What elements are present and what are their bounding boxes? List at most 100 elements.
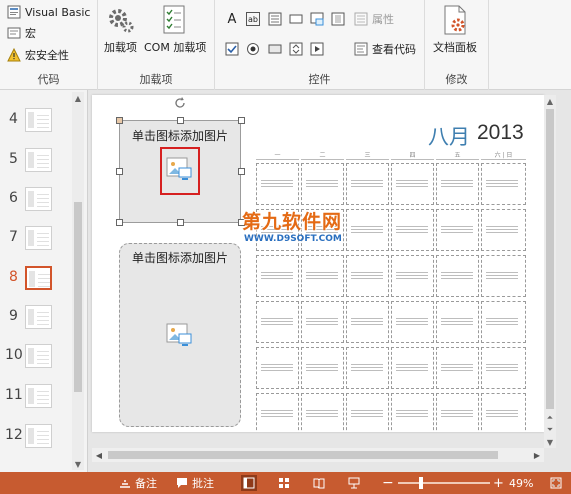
calendar-cell[interactable]: [481, 347, 526, 389]
zoom-out-button[interactable]: −: [382, 472, 394, 494]
calendar-cell[interactable]: [391, 301, 434, 343]
label-control-icon[interactable]: A: [225, 12, 239, 27]
document-panel-button[interactable]: 文档面板: [433, 4, 477, 55]
calendar-cell[interactable]: [346, 347, 389, 389]
scrollbar-thumb[interactable]: [108, 451, 498, 459]
horizontal-scrollbar[interactable]: ◀ ▶: [92, 448, 544, 462]
properties-button[interactable]: 属性: [353, 11, 394, 27]
thumbnail-scrollbar[interactable]: ▲ ▼: [72, 92, 84, 470]
radio-control-icon[interactable]: [246, 42, 260, 56]
slide-thumbnail[interactable]: 4: [0, 106, 72, 136]
calendar-cell[interactable]: [436, 163, 479, 205]
scroll-left-arrow-icon[interactable]: ◀: [92, 448, 106, 462]
fit-to-window-icon[interactable]: [548, 475, 564, 491]
resize-handle[interactable]: [116, 117, 123, 124]
calendar-cell[interactable]: [436, 209, 479, 251]
slide-thumbnail[interactable]: 9: [0, 303, 72, 333]
calendar-cell[interactable]: [301, 301, 344, 343]
resize-handle[interactable]: [238, 117, 245, 124]
calendar-cell[interactable]: [391, 163, 434, 205]
scrollbar-thumb[interactable]: [546, 109, 554, 409]
slide-sorter-view-icon[interactable]: [276, 475, 292, 491]
scrollbar-control-icon[interactable]: [331, 12, 345, 26]
image-control-icon[interactable]: [310, 12, 324, 26]
next-slide-icon[interactable]: ⏷: [544, 424, 556, 436]
slide-thumbnail[interactable]: 11: [0, 382, 72, 412]
checkbox-control-icon[interactable]: [225, 42, 239, 56]
calendar-cell[interactable]: [436, 255, 479, 297]
view-code-button[interactable]: 查看代码: [353, 41, 416, 57]
scroll-down-arrow-icon[interactable]: ▼: [544, 436, 556, 448]
calendar-cell[interactable]: [256, 163, 299, 205]
slide-thumbnail[interactable]: 7: [0, 224, 72, 254]
calendar-cell[interactable]: [256, 347, 299, 389]
slide-thumbnail[interactable]: 10: [0, 342, 72, 372]
calendar-cell[interactable]: [436, 301, 479, 343]
calendar-cell[interactable]: [481, 163, 526, 205]
calendar-cell[interactable]: [481, 301, 526, 343]
calendar-cell[interactable]: [346, 163, 389, 205]
list-control-icon[interactable]: [268, 12, 282, 26]
zoom-level[interactable]: 49%: [509, 472, 533, 494]
com-addin-button[interactable]: COM 加载项: [144, 4, 206, 55]
resize-handle[interactable]: [116, 219, 123, 226]
scroll-up-arrow-icon[interactable]: ▲: [72, 92, 84, 104]
calendar-cell[interactable]: [301, 255, 344, 297]
slide-thumbnail[interactable]: 5: [0, 146, 72, 176]
calendar-cell[interactable]: [346, 209, 389, 251]
slide-thumbnail[interactable]: 6: [0, 185, 72, 215]
calendar-cell[interactable]: [256, 393, 299, 432]
scroll-right-arrow-icon[interactable]: ▶: [530, 448, 544, 462]
calendar-cell[interactable]: [481, 209, 526, 251]
comments-button[interactable]: 批注: [175, 472, 214, 494]
calendar-cell[interactable]: [391, 393, 434, 432]
zoom-slider[interactable]: [398, 482, 490, 484]
editor-scrollbar[interactable]: ▲ ⏶ ⏷ ▼: [544, 95, 556, 448]
normal-view-icon[interactable]: [241, 475, 257, 491]
picture-placeholder-selected[interactable]: 单击图标添加图片: [119, 120, 241, 223]
scrollbar-thumb[interactable]: [74, 202, 82, 392]
calendar-cell[interactable]: [301, 393, 344, 432]
scroll-up-arrow-icon[interactable]: ▲: [544, 95, 556, 107]
more-controls-icon[interactable]: [310, 42, 324, 56]
zoom-slider-thumb[interactable]: [419, 477, 423, 489]
calendar-cell[interactable]: [481, 393, 526, 432]
slide-thumbnail-selected[interactable]: 8: [0, 264, 72, 294]
visual-basic-button[interactable]: Visual Basic: [6, 4, 90, 20]
picture-placeholder[interactable]: 单击图标添加图片: [119, 243, 241, 427]
calendar-cell[interactable]: [436, 347, 479, 389]
macro-button[interactable]: 宏: [6, 25, 36, 41]
spin-control-icon[interactable]: [289, 42, 303, 56]
resize-handle[interactable]: [177, 219, 184, 226]
addin-button[interactable]: 加载项: [104, 4, 137, 55]
resize-handle[interactable]: [116, 168, 123, 175]
insert-picture-icon[interactable]: [165, 322, 195, 350]
rotate-handle-icon[interactable]: [173, 96, 187, 110]
textbox-control-icon[interactable]: ab: [246, 12, 260, 26]
scroll-down-arrow-icon[interactable]: ▼: [72, 458, 84, 470]
slideshow-view-icon[interactable]: [346, 475, 362, 491]
toggle-control-icon[interactable]: [268, 42, 282, 56]
slide-canvas[interactable]: 单击图标添加图片 单击图标添加图片 八月 2013 一 二 三 四 五 六 | …: [92, 95, 544, 432]
reading-view-icon[interactable]: [311, 475, 327, 491]
resize-handle[interactable]: [238, 168, 245, 175]
calendar-cell[interactable]: [391, 209, 434, 251]
calendar-cell[interactable]: [346, 393, 389, 432]
frame-control-icon[interactable]: [289, 12, 303, 26]
calendar-cell[interactable]: [301, 163, 344, 205]
insert-picture-icon[interactable]: [165, 156, 195, 184]
resize-handle[interactable]: [177, 117, 184, 124]
notes-button[interactable]: 备注: [118, 472, 157, 494]
calendar-cell[interactable]: [301, 347, 344, 389]
calendar-cell[interactable]: [391, 347, 434, 389]
macro-security-button[interactable]: 宏安全性: [6, 47, 69, 63]
prev-slide-icon[interactable]: ⏶: [544, 412, 556, 424]
calendar-cell[interactable]: [346, 301, 389, 343]
zoom-in-button[interactable]: +: [493, 472, 504, 494]
calendar-cell[interactable]: [256, 255, 299, 297]
calendar-cell[interactable]: [256, 301, 299, 343]
calendar-cell[interactable]: [481, 255, 526, 297]
slide-thumbnail[interactable]: 12: [0, 422, 72, 452]
calendar-cell[interactable]: [436, 393, 479, 432]
calendar-cell[interactable]: [346, 255, 389, 297]
